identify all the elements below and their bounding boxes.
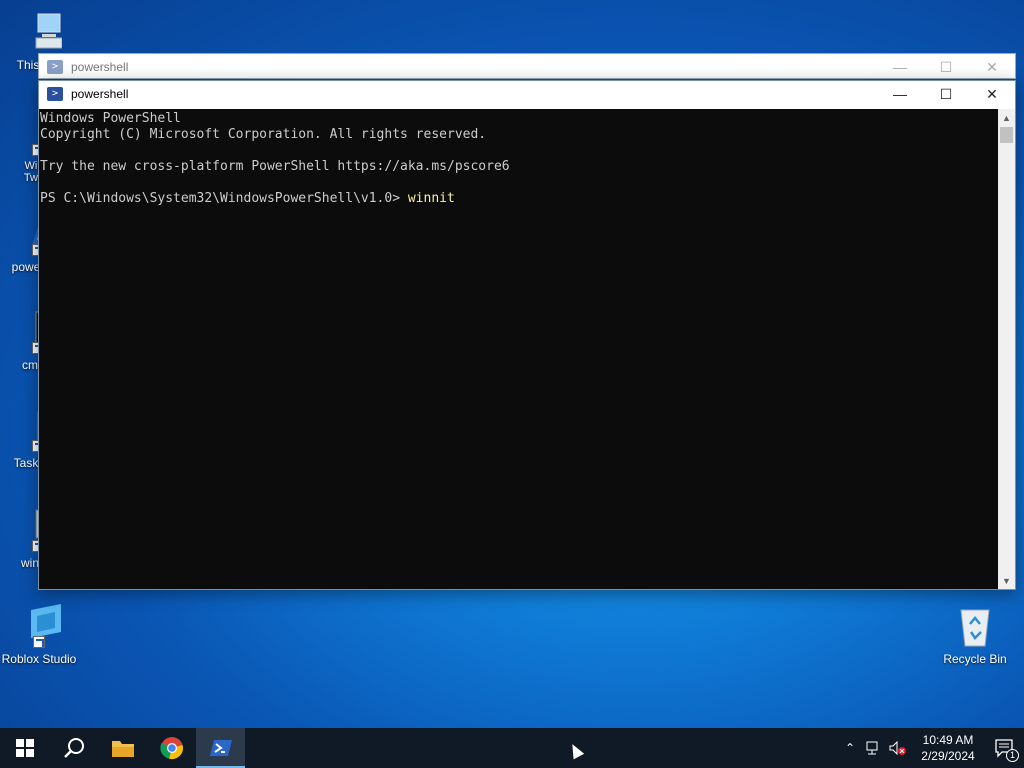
console-command[interactable]: winnit	[408, 191, 455, 206]
desktop-icon-label: Task	[13, 456, 39, 470]
desktop-icon-label: Roblox Studio	[1, 652, 77, 666]
taskbar: ⌃ 10:49 AM 2/29/2024 1	[0, 728, 1024, 768]
roblox-studio-icon	[17, 604, 61, 648]
recycle-bin-icon	[953, 604, 997, 648]
windows-logo-icon	[15, 739, 34, 757]
console-line: ​	[40, 143, 999, 159]
chrome-icon	[159, 737, 183, 759]
powershell-taskbar-button[interactable]	[196, 728, 245, 768]
maximize-button[interactable]: ☐	[923, 81, 969, 107]
console-line: ​	[40, 175, 999, 191]
maximize-button[interactable]: ☐	[923, 54, 969, 80]
powershell-window[interactable]: > powershell — ☐ ✕ Windows PowerShell Cop…	[38, 80, 1016, 590]
scroll-up-arrow-icon[interactable]: ▲	[998, 109, 1015, 126]
file-explorer-button[interactable]	[98, 728, 147, 768]
system-tray: ⌃ 10:49 AM 2/29/2024 1	[838, 728, 1024, 768]
desktop-icon-recycle-bin[interactable]: Recycle Bin	[933, 604, 1017, 666]
desktop-icon-label: powe	[11, 260, 41, 274]
notification-count-badge: 1	[1006, 749, 1019, 762]
computer-icon	[18, 10, 63, 54]
console-line: Windows PowerShell	[40, 111, 181, 126]
minimize-button[interactable]: —	[877, 54, 923, 80]
console-output[interactable]: Windows PowerShell Copyright (C) Microsof…	[39, 109, 999, 589]
folder-icon	[111, 741, 134, 757]
chrome-button[interactable]	[147, 728, 196, 768]
vertical-scrollbar[interactable]: ▲ ▼	[998, 109, 1015, 589]
powershell-icon: >	[47, 60, 63, 74]
action-center-button[interactable]: 1	[986, 728, 1024, 768]
window-title: powershell	[71, 87, 129, 101]
network-icon[interactable]	[862, 728, 886, 768]
scroll-down-arrow-icon[interactable]: ▼	[998, 572, 1015, 589]
clock-date: 2/29/2024	[921, 749, 975, 763]
console-line: Try the new cross-platform PowerShell ht…	[40, 159, 510, 174]
volume-muted-icon[interactable]	[886, 728, 910, 768]
show-hidden-icons-chevron-up-icon[interactable]: ⌃	[838, 728, 862, 768]
title-bar[interactable]: > powershell — ☐ ✕	[39, 81, 1015, 107]
desktop-icon-label: This	[16, 58, 40, 72]
console-line: Copyright (C) Microsoft Corporation. All…	[40, 127, 487, 142]
title-bar[interactable]: > powershell — ☐ ✕	[39, 54, 1015, 80]
desktop-icon-label: Recycle Bin	[943, 652, 1007, 666]
powershell-icon: >	[47, 87, 63, 101]
search-button[interactable]	[49, 728, 98, 768]
minimize-button[interactable]: —	[877, 81, 923, 107]
search-icon	[63, 738, 84, 758]
clock-time: 10:49 AM	[922, 733, 974, 747]
clock[interactable]: 10:49 AM 2/29/2024	[910, 732, 986, 764]
console-prompt: PS C:\Windows\System32\WindowsPowerShell…	[40, 191, 408, 206]
console-prompt-line: PS C:\Windows\System32\WindowsPowerShell…	[40, 191, 999, 207]
desktop-icon-roblox-studio[interactable]: Roblox Studio	[0, 604, 81, 666]
desktop-icon-label: cm	[22, 358, 38, 372]
close-button[interactable]: ✕	[969, 81, 1015, 107]
window-title: powershell	[71, 60, 129, 74]
powershell-icon	[209, 740, 232, 756]
desktop-icon-label: win	[20, 556, 39, 570]
shortcut-arrow-icon	[33, 636, 45, 648]
start-button[interactable]	[0, 728, 49, 768]
close-button[interactable]: ✕	[969, 54, 1015, 80]
scroll-thumb[interactable]	[1000, 127, 1013, 143]
powershell-window-background[interactable]: > powershell — ☐ ✕	[38, 53, 1016, 79]
